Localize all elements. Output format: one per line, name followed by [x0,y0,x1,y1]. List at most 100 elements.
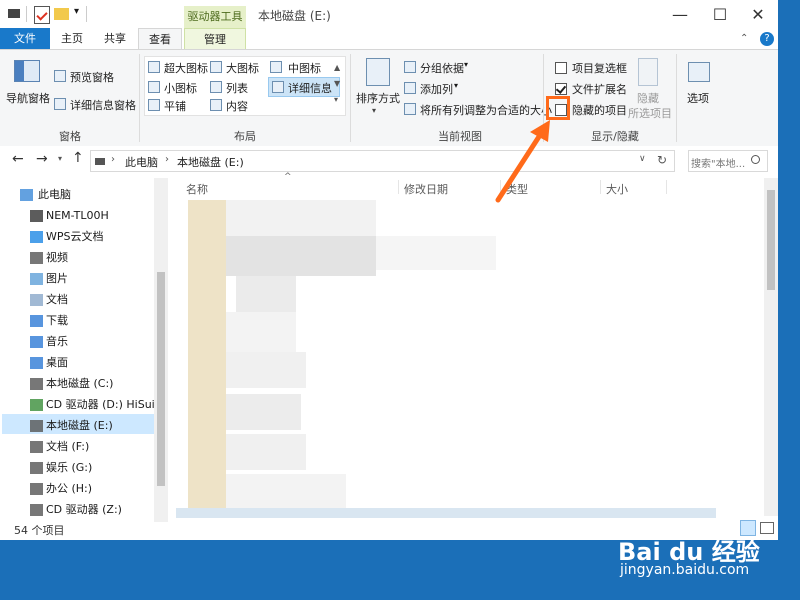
sort-by-icon [366,58,390,86]
nav-item[interactable]: 文档 [46,291,68,309]
nav-item[interactable]: CD 驱动器 (D:) HiSuite [46,396,166,414]
annotation-highlight-box [546,96,570,120]
drive-tools-header: 驱动器工具 [184,6,246,28]
nav-item[interactable]: WPS云文档 [46,228,104,246]
current-view-group-label: 当前视图 [438,130,482,143]
group-by-button[interactable]: 分组依据 [420,60,464,76]
address-dropdown-icon[interactable]: ∨ [639,154,646,164]
layout-scroll-icon[interactable]: ▲ ▼ ▾ [334,60,340,108]
sort-indicator-icon: ^ [284,172,292,182]
forward-icon[interactable]: → [36,151,48,167]
layout-group-label: 布局 [234,130,256,143]
content-scrollbar[interactable] [764,178,778,516]
baidu-watermark-url: jingyan.baidu.com [620,562,750,578]
breadcrumb-this-pc[interactable]: 此电脑 [125,154,158,170]
nav-item[interactable]: 办公 (H:) [46,480,92,498]
add-columns-button[interactable]: 添加列 [420,81,453,97]
large-icons-view-toggle[interactable] [760,522,774,534]
details-pane-button[interactable]: 详细信息窗格 [70,97,136,113]
nav-item[interactable]: 视频 [46,249,68,267]
nav-item[interactable]: 本地磁盘 (C:) [46,375,113,393]
small-icons-icon [148,81,160,93]
add-columns-icon [404,82,416,94]
collapse-ribbon-icon[interactable]: ⌃ [740,33,748,44]
drive-icon [30,378,43,390]
file-list [176,200,764,518]
preview-pane-button[interactable]: 预览窗格 [70,69,114,85]
nav-item[interactable]: 本地磁盘 (E:) [46,417,113,435]
show-hide-group-label: 显示/隐藏 [591,130,639,143]
navigation-pane-button[interactable]: 导航窗格 [6,90,50,106]
drive-icon [30,441,43,453]
nav-scrollbar-thumb[interactable] [157,272,165,486]
nav-item[interactable]: 桌面 [46,354,68,372]
breadcrumb-drive-e[interactable]: 本地磁盘 (E:) [177,154,244,170]
ribbon: 导航窗格 预览窗格 详细信息窗格 窗格 超大图标 大图标 中图标 小图标 列表 … [0,49,778,147]
layout-large-icons[interactable]: 大图标 [226,60,259,76]
status-item-count: 54 个项目 [14,524,65,537]
layout-extra-large-icons[interactable]: 超大图标 [164,60,208,76]
new-folder-icon[interactable] [54,8,69,20]
nav-item[interactable]: 娱乐 (G:) [46,459,92,477]
tab-home[interactable]: 主页 [52,28,92,49]
layout-list[interactable]: 列表 [226,80,248,96]
search-icon[interactable] [751,155,760,164]
phone-icon [30,210,43,222]
file-extensions-checkbox[interactable] [555,83,567,95]
options-button[interactable]: 选项 [687,90,709,106]
search-box[interactable]: 搜索"本地... [688,150,768,172]
large-icons-icon [210,61,222,73]
nav-item[interactable]: 文档 (F:) [46,438,89,456]
content-icon [210,99,222,111]
layout-small-icons[interactable]: 小图标 [164,80,197,96]
address-bar[interactable]: › 此电脑 › 本地磁盘 (E:) ∨ ↻ [90,150,675,172]
video-icon [30,252,43,264]
search-placeholder: 搜索"本地... [691,159,746,170]
customize-qat-icon[interactable]: ▾ [74,6,79,17]
nav-item[interactable]: 下载 [46,312,68,330]
drive-icon [30,462,43,474]
drive-icon[interactable] [8,9,20,18]
nav-item[interactable]: 图片 [46,270,68,288]
properties-icon[interactable] [34,6,50,24]
panes-group-label: 窗格 [59,130,81,143]
tab-share[interactable]: 共享 [94,28,136,49]
back-icon[interactable]: ← [12,151,24,167]
nav-item[interactable]: NEM-TL00H [46,207,109,225]
nav-item[interactable]: CD 驱动器 (Z:) [46,501,122,519]
maximize-button[interactable]: ☐ [700,0,740,30]
layout-medium-icons[interactable]: 中图标 [288,60,321,76]
hide-selected-button[interactable]: 隐藏 [637,90,659,106]
tab-manage[interactable]: 管理 [184,28,246,50]
refresh-icon[interactable]: ↻ [657,153,667,167]
nav-item[interactable]: 此电脑 [38,186,71,204]
layout-content[interactable]: 内容 [226,98,248,114]
file-extensions-label: 文件扩展名 [572,83,627,96]
blurred-icons-column [188,200,226,518]
item-checkboxes-checkbox[interactable] [555,62,567,74]
column-header-size[interactable]: 大小 [606,181,628,197]
sort-by-button[interactable]: 排序方式 [356,90,400,106]
medium-icons-icon [270,61,282,73]
close-button[interactable]: ✕ [738,0,778,30]
cd-icon [30,399,43,411]
item-checkboxes-label: 项目复选框 [572,62,627,75]
help-icon[interactable]: ? [760,32,774,46]
layout-details[interactable]: 详细信息 [288,80,332,96]
column-header-date[interactable]: 修改日期 [404,181,448,197]
minimize-button[interactable]: — [660,0,700,30]
tab-view[interactable]: 查看 [138,28,182,50]
recent-locations-icon[interactable]: ▾ [58,154,62,163]
nav-item[interactable]: 音乐 [46,333,68,351]
column-header-name[interactable]: 名称 [186,181,208,197]
nav-scrollbar[interactable] [154,178,168,522]
computer-icon [20,189,33,201]
up-icon[interactable]: ↑ [72,150,84,166]
drive-icon [30,483,43,495]
size-all-columns-button[interactable]: 将所有列调整为合适的大小 [420,102,552,118]
tab-file[interactable]: 文件 [0,28,50,49]
annotation-arrow [495,120,550,203]
layout-tiles[interactable]: 平铺 [164,98,186,114]
content-scrollbar-thumb[interactable] [767,190,775,290]
navigation-pane-icon[interactable] [14,60,40,82]
